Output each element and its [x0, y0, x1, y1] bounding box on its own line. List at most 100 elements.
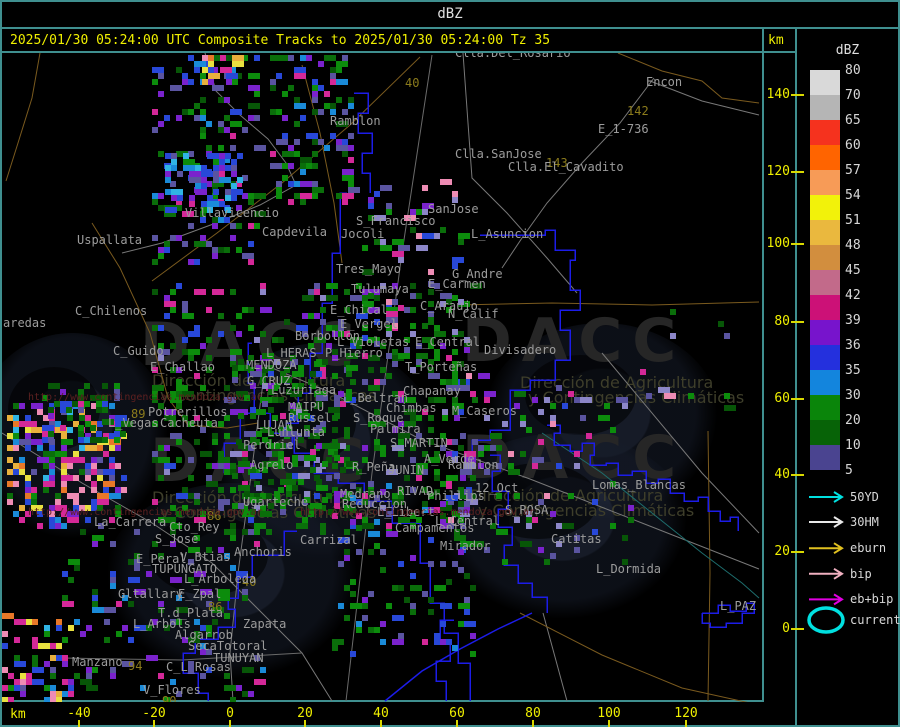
map-label: P_Hierro	[325, 346, 383, 360]
radar-cell	[322, 497, 328, 503]
radar-cell	[2, 631, 8, 637]
radar-cell	[200, 133, 206, 139]
right-axis-unit: km	[768, 33, 784, 48]
radar-cell	[452, 475, 458, 481]
radar-cell	[248, 115, 254, 121]
radar-cell	[346, 371, 352, 377]
radar-cell	[544, 493, 550, 499]
radar-cell	[92, 589, 98, 595]
radar-cell	[470, 633, 476, 639]
radar-cell	[276, 55, 282, 61]
radar-cell	[470, 651, 476, 657]
radar-cell	[470, 585, 476, 591]
radar-cell	[236, 223, 242, 229]
radar-cell	[428, 317, 434, 323]
radar-cell	[14, 637, 20, 643]
radar-cell	[484, 391, 496, 397]
radar-cell	[422, 323, 428, 329]
radar-cell	[316, 467, 322, 473]
radar-cell	[32, 679, 44, 685]
radar-cell	[294, 67, 306, 73]
radar-cell	[200, 343, 206, 349]
radar-cell	[386, 353, 392, 359]
radar-cell	[294, 151, 300, 157]
radar-cell	[109, 493, 115, 499]
radar-cell	[236, 331, 242, 337]
radar-cell	[26, 679, 32, 685]
map-label: Tres_Mayo	[336, 262, 402, 276]
radar-cell	[170, 343, 176, 349]
radar-cell	[37, 523, 43, 529]
radar-cell	[478, 373, 490, 379]
radar-cell	[96, 431, 102, 437]
radar-cell	[300, 181, 312, 187]
radar-cell	[640, 369, 646, 375]
bottom-axis-tick	[304, 720, 306, 727]
radar-cell	[97, 457, 103, 463]
radar-cell	[206, 481, 218, 487]
radar-cell	[326, 283, 338, 289]
radar-cell	[266, 529, 272, 535]
bottom-axis-tick-label: 80	[525, 706, 541, 721]
radar-cell	[182, 301, 188, 307]
map-label: S_Jose	[155, 532, 199, 546]
radar-cell	[464, 609, 470, 615]
radar-cell	[288, 55, 294, 61]
radar-cell	[300, 169, 306, 175]
radar-cell	[230, 289, 236, 295]
radar-cell	[164, 463, 176, 469]
radar-cell	[232, 79, 238, 85]
radar-cell	[182, 313, 194, 319]
radar-cell	[724, 393, 730, 399]
radar-cell	[158, 253, 164, 259]
map-label: L_Asuncion	[471, 227, 544, 241]
radar-cell	[294, 121, 300, 127]
radar-cell	[250, 473, 262, 479]
radar-cell	[270, 163, 282, 169]
radar-cell	[237, 153, 243, 159]
radar-cell	[362, 523, 374, 529]
radar-cell	[224, 247, 230, 253]
radar-cell	[194, 499, 200, 505]
right-axis-tick-label: 40	[774, 467, 790, 482]
map-label: Zapata	[243, 617, 287, 631]
radar-cell	[62, 661, 68, 667]
radar-cell	[230, 133, 236, 139]
radar-cell	[194, 289, 206, 295]
radar-cell	[562, 523, 574, 529]
radar-cell	[356, 549, 362, 555]
radar-cell	[31, 421, 37, 427]
radar-cell	[176, 235, 182, 241]
radar-cell	[446, 579, 452, 585]
radar-cell	[254, 55, 260, 61]
right-axis-tick	[791, 628, 804, 630]
radar-cell	[102, 407, 108, 413]
radar-cell	[520, 415, 526, 421]
radar-cell	[165, 177, 171, 183]
radar-cell	[260, 283, 266, 289]
radar-cell	[67, 427, 73, 433]
radar-cell	[284, 319, 290, 325]
radar-cell	[276, 193, 282, 199]
radar-cell	[350, 603, 362, 609]
radar-map-canvas: DACCDACCDACCDACCDirección de Agricultura…	[2, 53, 762, 702]
radar-cell	[225, 195, 231, 201]
radar-cell	[254, 115, 260, 121]
radar-cell	[2, 667, 8, 673]
radar-cell	[254, 223, 260, 229]
radar-cell	[62, 679, 68, 685]
radar-cell	[332, 373, 338, 379]
radar-cell	[312, 97, 318, 103]
radar-cell	[230, 451, 242, 457]
radar-cell	[526, 427, 532, 433]
radar-cell	[208, 67, 214, 73]
radar-cell	[628, 517, 634, 523]
radar-cell	[550, 421, 556, 427]
radar-cell	[152, 499, 158, 505]
radar-cell	[20, 691, 26, 697]
radar-cell	[276, 73, 282, 79]
map-label: SanJose	[428, 202, 479, 216]
radar-cell	[592, 499, 598, 505]
radar-cell	[182, 109, 188, 115]
radar-cell	[194, 67, 200, 73]
